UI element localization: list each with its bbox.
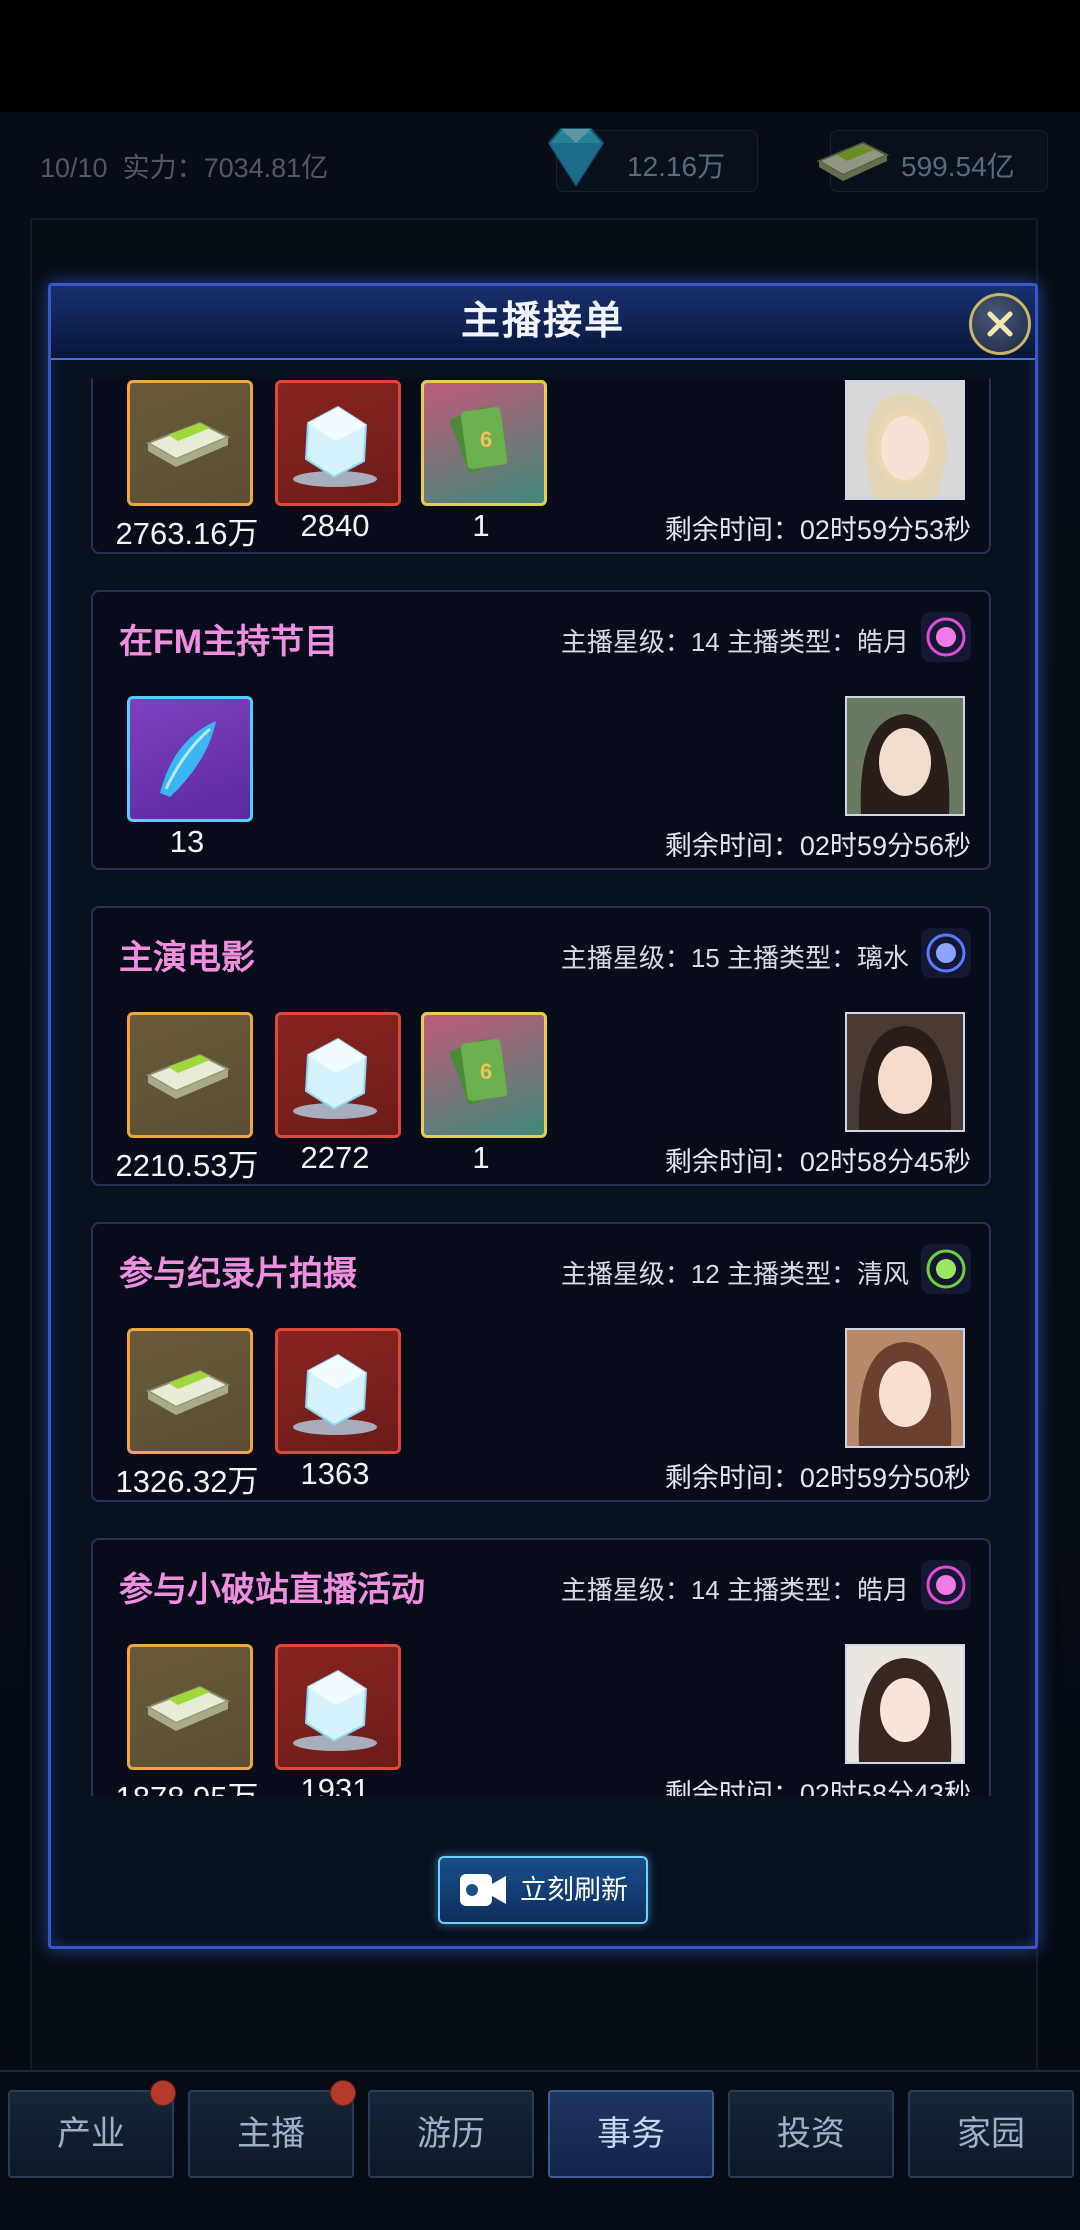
order-list[interactable]: 6 2763.16万 2840 1 剩余时间：02时59分53秒 在FM主持节目… xyxy=(69,378,1017,1796)
nav-tab-affairs[interactable]: 事务 xyxy=(548,2090,714,2178)
order-meta: 主播星级：15 主播类型：璃水 xyxy=(560,943,909,973)
reward-ice xyxy=(275,1012,401,1138)
nav-label: 事务 xyxy=(597,2115,665,2153)
ice-cube-icon xyxy=(293,1037,377,1119)
reward-qty: 1878.95万 xyxy=(107,1772,267,1796)
cash-icon xyxy=(145,421,231,467)
wind-icon xyxy=(921,1244,971,1294)
reward-qty: 1931 xyxy=(300,1772,370,1796)
reward-cash xyxy=(127,1644,253,1770)
time-remaining: 剩余时间：02时58分43秒 xyxy=(664,1779,971,1796)
order-card[interactable]: 主演电影 主播星级：15 主播类型：璃水 6 2210.53万 2272 1 剩… xyxy=(91,906,991,1186)
reward-qty: 2840 xyxy=(300,508,370,543)
nav-tab-invest[interactable]: 投资 xyxy=(728,2090,894,2178)
feather-icon xyxy=(160,721,216,797)
order-title: 参与纪录片拍摄 xyxy=(119,1255,357,1293)
reward-card: 6 xyxy=(421,1012,547,1138)
svg-text:6: 6 xyxy=(480,1059,492,1084)
card-icon: 6 xyxy=(450,1039,508,1105)
time-remaining: 剩余时间：02时59分53秒 xyxy=(664,515,971,545)
ice-cube-icon xyxy=(293,405,377,487)
ice-cube-icon xyxy=(293,1353,377,1435)
order-card[interactable]: 6 2763.16万 2840 1 剩余时间：02时59分53秒 xyxy=(91,378,991,554)
reward-qty: 13 xyxy=(169,824,205,859)
reward-ice xyxy=(275,1328,401,1454)
reward-qty: 2210.53万 xyxy=(115,1148,259,1183)
modal-footer: 立刻刷新 xyxy=(51,1796,1035,1946)
notification-badge xyxy=(150,2080,176,2106)
moon-icon xyxy=(921,1560,971,1610)
ice-cube-icon xyxy=(293,1669,377,1751)
reward-ice xyxy=(275,380,401,506)
close-icon xyxy=(987,311,1013,337)
svg-text:6: 6 xyxy=(480,427,492,452)
bottom-nav: 产业 主播 游历 事务 投资 家园 xyxy=(0,2070,1080,2230)
reward-ice xyxy=(275,1644,401,1770)
moon-icon xyxy=(921,612,971,662)
order-meta: 主播星级：12 主播类型：清风 xyxy=(560,1259,909,1289)
nav-tab-travel[interactable]: 游历 xyxy=(368,2090,534,2178)
reward-qty: 1 xyxy=(472,508,490,543)
host-avatar[interactable] xyxy=(845,1012,965,1132)
time-remaining: 剩余时间：02时58分45秒 xyxy=(664,1147,971,1177)
refresh-label: 立刻刷新 xyxy=(520,1875,628,1905)
modal-title: 主播接单 xyxy=(460,300,625,343)
host-avatar[interactable] xyxy=(845,1328,965,1448)
reward-qty: 1 xyxy=(472,1140,490,1175)
host-avatar[interactable] xyxy=(845,696,965,816)
reward-qty: 2272 xyxy=(300,1140,370,1175)
reward-cash xyxy=(127,1012,253,1138)
cash-icon xyxy=(145,1369,231,1415)
cash-icon xyxy=(145,1685,231,1731)
time-remaining: 剩余时间：02时59分56秒 xyxy=(664,831,971,861)
card-icon: 6 xyxy=(450,407,508,473)
order-card[interactable]: 参与小破站直播活动 主播星级：14 主播类型：皓月 1931 剩余时间：02时5… xyxy=(91,1538,991,1796)
nav-tab-hosts[interactable]: 主播 xyxy=(188,2080,356,2178)
reward-qty: 1326.32万 xyxy=(115,1464,259,1499)
video-icon xyxy=(460,1874,506,1906)
reward-feather xyxy=(127,696,253,822)
refresh-button[interactable]: 立刻刷新 xyxy=(438,1856,648,1924)
nav-tab-home[interactable]: 家园 xyxy=(908,2090,1074,2178)
host-avatar[interactable] xyxy=(845,380,965,500)
modal-header: 主播接单 xyxy=(51,286,1035,360)
reward-qty: 1363 xyxy=(300,1456,370,1491)
order-meta: 主播星级：14 主播类型：皓月 xyxy=(560,1575,909,1605)
nav-label: 游历 xyxy=(417,2115,485,2153)
reward-cash xyxy=(127,1328,253,1454)
nav-label: 产业 xyxy=(57,2115,125,2153)
order-meta: 主播星级：14 主播类型：皓月 xyxy=(560,627,909,657)
order-card[interactable]: 参与纪录片拍摄 主播星级：12 主播类型：清风 1326.32万 1363 剩余… xyxy=(91,1222,991,1502)
close-button[interactable] xyxy=(969,293,1031,355)
nav-label: 家园 xyxy=(957,2115,1025,2153)
order-title: 参与小破站直播活动 xyxy=(119,1571,425,1609)
nav-label: 投资 xyxy=(777,2115,845,2153)
order-title: 在FM主持节目 xyxy=(119,623,339,661)
reward-qty: 2763.16万 xyxy=(115,516,259,551)
host-avatar[interactable] xyxy=(845,1644,965,1764)
water-icon xyxy=(921,928,971,978)
reward-card: 6 xyxy=(421,380,547,506)
cash-icon xyxy=(145,1053,231,1099)
reward-cash xyxy=(127,380,253,506)
nav-label: 主播 xyxy=(237,2115,305,2153)
nav-tab-industry[interactable]: 产业 xyxy=(8,2080,176,2178)
order-card[interactable]: 在FM主持节目 主播星级：14 主播类型：皓月 13 剩余时间：02时59分56… xyxy=(91,590,991,870)
notification-badge xyxy=(330,2080,356,2106)
order-title: 主演电影 xyxy=(119,939,255,977)
time-remaining: 剩余时间：02时59分50秒 xyxy=(664,1463,971,1493)
order-modal: 主播接单 6 2763.16万 2840 1 剩余时间：02时59分53秒 在F… xyxy=(48,283,1038,1949)
